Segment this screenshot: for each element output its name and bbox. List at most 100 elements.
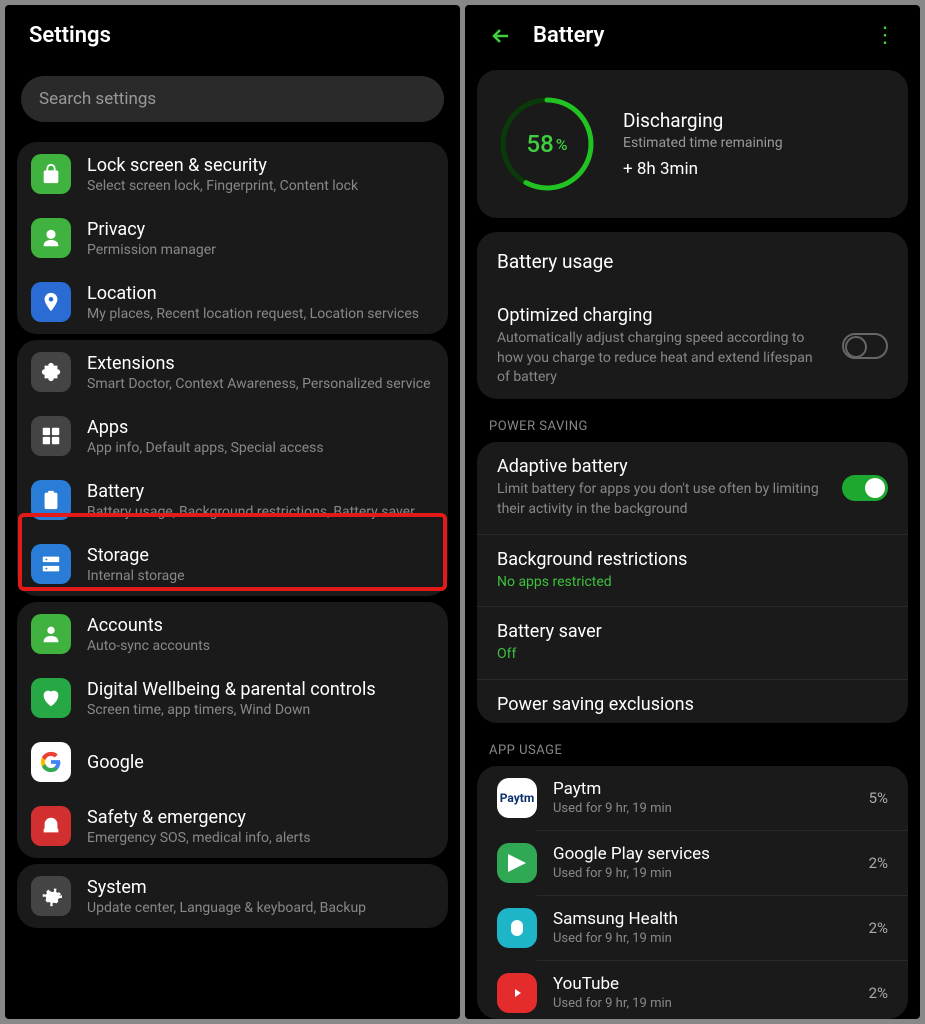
app-usage-header: APP USAGE	[465, 723, 920, 766]
battery-title: Battery	[533, 23, 604, 48]
item-title: Google	[87, 752, 434, 773]
item-sub: My places, Recent location request, Loca…	[87, 306, 434, 322]
app-percent: 5%	[869, 789, 888, 807]
item-sub: Permission manager	[87, 242, 434, 258]
search-input[interactable]: Search settings	[21, 76, 444, 122]
google-icon	[31, 742, 71, 782]
app-usage-time: Used for 9 hr, 19 min	[553, 801, 853, 816]
item-sub: Smart Doctor, Context Awareness, Persona…	[87, 376, 434, 392]
item-title: Storage	[87, 545, 434, 566]
settings-group: System Update center, Language & keyboar…	[17, 864, 448, 928]
battery-percent: 58	[526, 130, 553, 158]
settings-item-battery[interactable]: Battery Battery usage, Background restri…	[17, 468, 448, 532]
app-usage-time: Used for 9 hr, 19 min	[553, 866, 853, 881]
item-title: Safety & emergency	[87, 807, 434, 828]
percent-sign: %	[556, 135, 568, 154]
item-title: Digital Wellbeing & parental controls	[87, 679, 434, 700]
power-saving-header: POWER SAVING	[465, 399, 920, 442]
app-row-samsung-health[interactable]: Samsung Health Used for 9 hr, 19 min 2%	[477, 896, 908, 960]
app-icon	[497, 973, 537, 1013]
item-sub: Select screen lock, Fingerprint, Content…	[87, 178, 434, 194]
item-sub: App info, Default apps, Special access	[87, 440, 434, 456]
optimized-charging-row[interactable]: Optimized charging Automatically adjust …	[477, 291, 908, 399]
item-sub: Emergency SOS, medical info, alerts	[87, 830, 434, 846]
menu-icon[interactable]: ⋮	[874, 25, 896, 47]
app-name: Paytm	[553, 779, 853, 799]
system-icon	[31, 876, 71, 916]
settings-item-accounts[interactable]: Accounts Auto-sync accounts	[17, 602, 448, 666]
remaining-label: Estimated time remaining	[623, 135, 783, 151]
item-sub: Screen time, app timers, Wind Down	[87, 702, 434, 718]
storage-icon	[31, 544, 71, 584]
battery-usage-row[interactable]: Battery usage	[477, 232, 908, 291]
item-title: Apps	[87, 417, 434, 438]
adaptive-battery-row[interactable]: Adaptive battery Limit battery for apps …	[477, 442, 908, 533]
saver-title: Battery saver	[497, 621, 888, 642]
settings-item-location[interactable]: Location My places, Recent location requ…	[17, 270, 448, 334]
settings-item-privacy[interactable]: Privacy Permission manager	[17, 206, 448, 270]
app-name: Samsung Health	[553, 909, 853, 929]
accounts-icon	[31, 614, 71, 654]
settings-list: Lock screen & security Select screen loc…	[5, 136, 460, 1019]
battery-pane: Battery ⋮ 58% Discharging Estimated time…	[465, 5, 920, 1019]
settings-item-apps[interactable]: Apps App info, Default apps, Special acc…	[17, 404, 448, 468]
app-row-google-play-services[interactable]: Google Play services Used for 9 hr, 19 m…	[477, 831, 908, 895]
location-icon	[31, 282, 71, 322]
settings-pane: Settings Search settings Lock screen & s…	[5, 5, 460, 1019]
settings-group: Lock screen & security Select screen loc…	[17, 142, 448, 334]
adaptive-sub: Limit battery for apps you don't use oft…	[497, 480, 828, 519]
settings-item-safety-emergency[interactable]: Safety & emergency Emergency SOS, medica…	[17, 794, 448, 858]
battery-status-card[interactable]: 58% Discharging Estimated time remaining…	[477, 70, 908, 218]
app-name: Google Play services	[553, 844, 853, 864]
adaptive-title: Adaptive battery	[497, 456, 828, 477]
optimized-toggle[interactable]	[842, 333, 888, 359]
exclusions-row[interactable]: Power saving exclusions	[477, 680, 908, 723]
adaptive-toggle[interactable]	[842, 475, 888, 501]
exclusions-title: Power saving exclusions	[497, 694, 888, 715]
app-row-youtube[interactable]: YouTube Used for 9 hr, 19 min 2%	[477, 961, 908, 1019]
item-sub: Internal storage	[87, 568, 434, 584]
app-name: YouTube	[553, 974, 853, 994]
app-percent: 2%	[869, 919, 888, 937]
item-title: Lock screen & security	[87, 155, 434, 176]
app-icon	[497, 843, 537, 883]
emergency-icon	[31, 806, 71, 846]
app-icon	[497, 908, 537, 948]
apps-icon	[31, 416, 71, 456]
saver-row[interactable]: Battery saver Off	[477, 607, 908, 679]
settings-item-google[interactable]: Google	[17, 730, 448, 794]
settings-title: Settings	[29, 23, 111, 48]
settings-item-lock-screen-security[interactable]: Lock screen & security Select screen loc…	[17, 142, 448, 206]
app-row-paytm[interactable]: Paytm Paytm Used for 9 hr, 19 min 5%	[477, 766, 908, 830]
app-usage-time: Used for 9 hr, 19 min	[553, 996, 853, 1011]
settings-item-storage[interactable]: Storage Internal storage	[17, 532, 448, 596]
settings-item-system[interactable]: System Update center, Language & keyboar…	[17, 864, 448, 928]
back-icon[interactable]	[489, 24, 513, 48]
optimized-sub: Automatically adjust charging speed acco…	[497, 329, 828, 388]
item-sub: Update center, Language & keyboard, Back…	[87, 900, 434, 916]
settings-item-digital-wellbeing-parental-controls[interactable]: Digital Wellbeing & parental controls Sc…	[17, 666, 448, 730]
restrictions-sub: No apps restricted	[497, 573, 888, 593]
item-title: Accounts	[87, 615, 434, 636]
saver-sub: Off	[497, 645, 888, 665]
settings-group: Extensions Smart Doctor, Context Awarene…	[17, 340, 448, 596]
item-title: Location	[87, 283, 434, 304]
item-title: Battery	[87, 481, 434, 502]
privacy-icon	[31, 218, 71, 258]
settings-group: Accounts Auto-sync accounts Digital Well…	[17, 602, 448, 858]
remaining-value: + 8h 3min	[623, 159, 783, 179]
settings-item-extensions[interactable]: Extensions Smart Doctor, Context Awarene…	[17, 340, 448, 404]
app-percent: 2%	[869, 854, 888, 872]
item-title: System	[87, 877, 434, 898]
restrictions-title: Background restrictions	[497, 549, 888, 570]
optimized-title: Optimized charging	[497, 305, 828, 326]
restrictions-row[interactable]: Background restrictions No apps restrict…	[477, 535, 908, 607]
battery-ring: 58%	[497, 94, 597, 194]
item-sub: Auto-sync accounts	[87, 638, 434, 654]
item-sub: Battery usage, Background restrictions, …	[87, 504, 434, 520]
wellbeing-icon	[31, 678, 71, 718]
app-usage-list: Paytm Paytm Used for 9 hr, 19 min 5% Goo…	[477, 766, 908, 1019]
battery-icon	[31, 480, 71, 520]
lock-icon	[31, 154, 71, 194]
item-title: Extensions	[87, 353, 434, 374]
